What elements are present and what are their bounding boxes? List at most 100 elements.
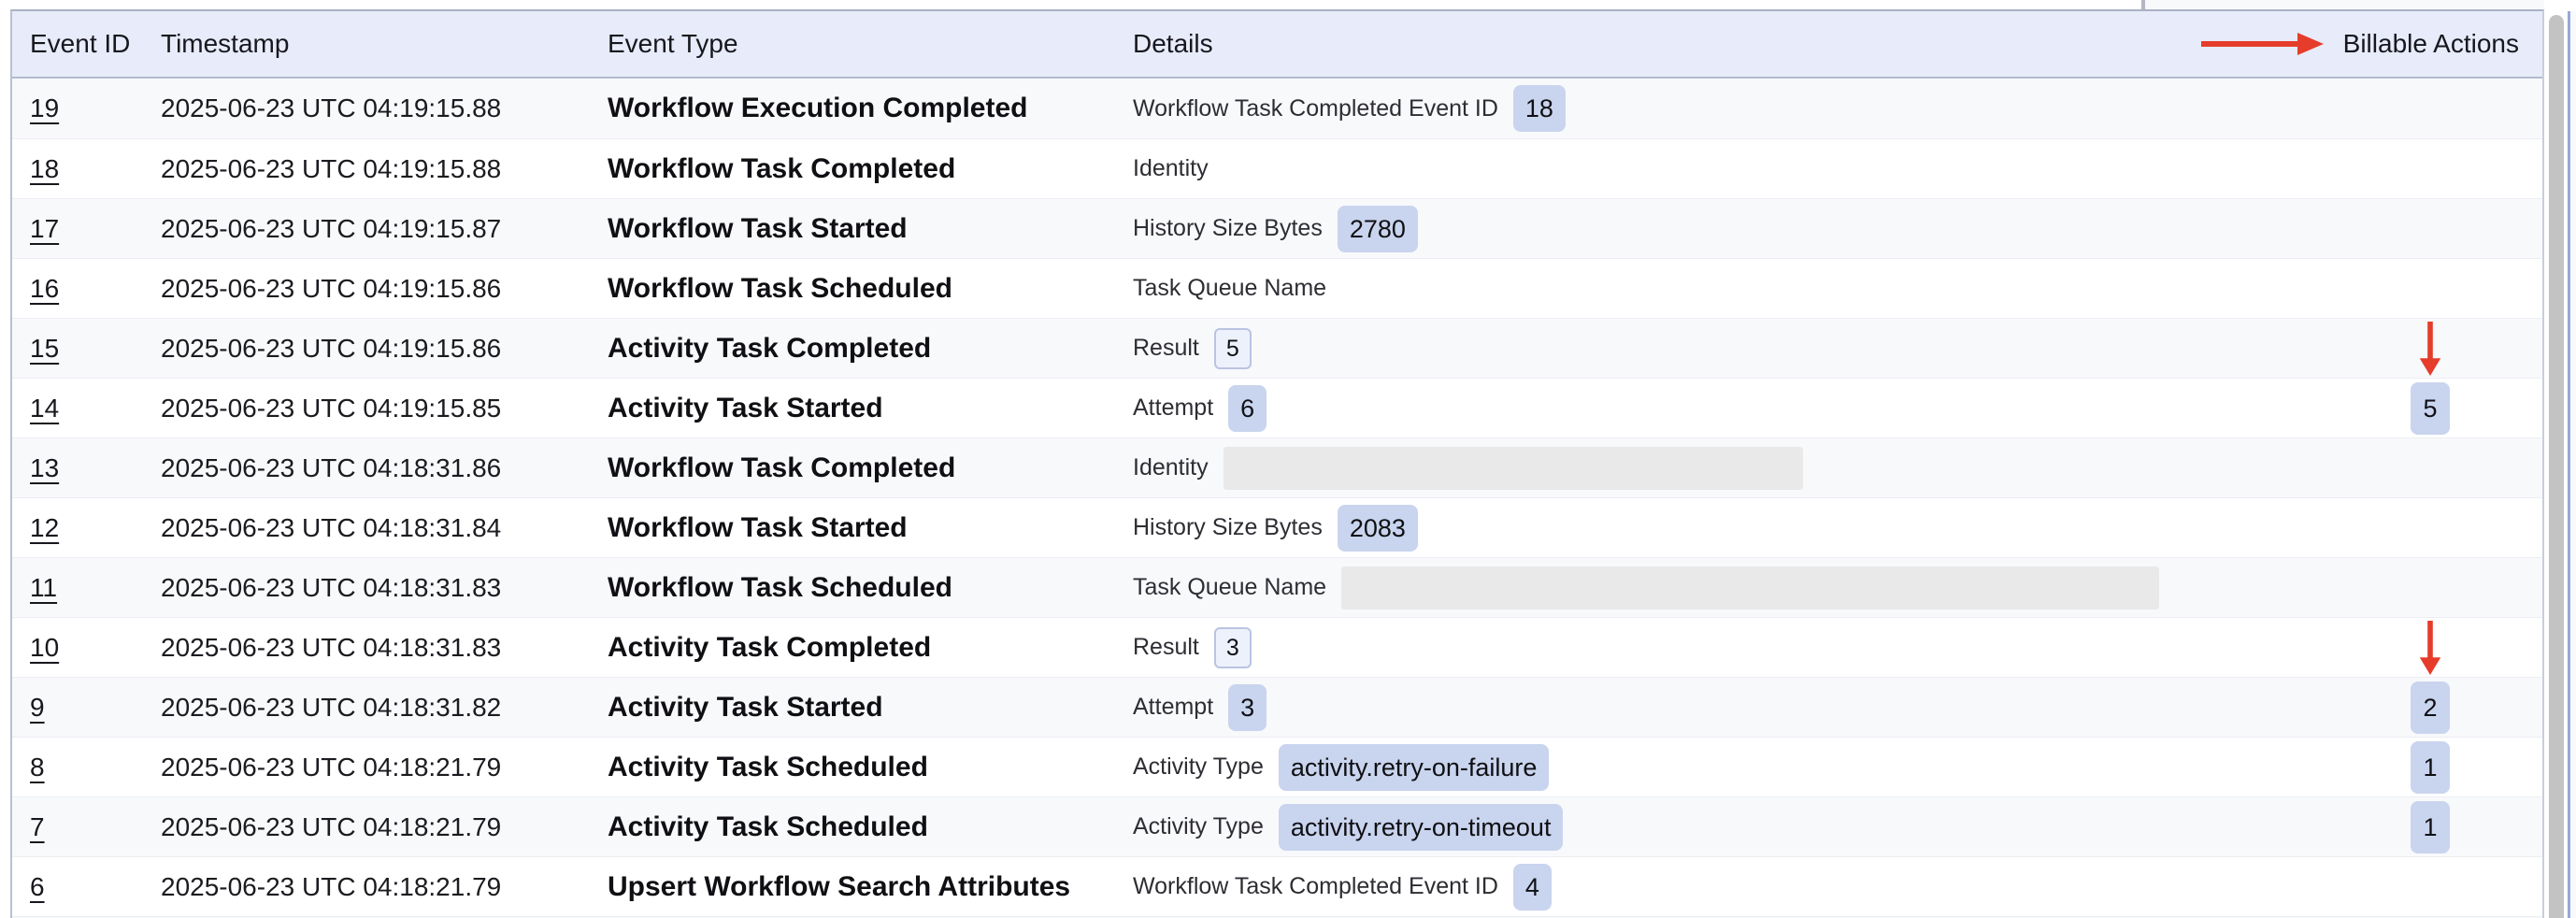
detail-label: History Size Bytes	[1133, 514, 1323, 541]
detail-value-badge: activity.retry-on-timeout	[1279, 804, 1564, 851]
column-header-label: Details	[1133, 29, 1213, 59]
event-id-link[interactable]: 17	[30, 214, 59, 243]
table-row[interactable]: 19 2025-06-23 UTC 04:19:15.88 Workflow E…	[12, 79, 2542, 138]
detail-label: Identity	[1133, 155, 1209, 182]
detail-label: Attempt	[1133, 694, 1213, 721]
detail-label: Result	[1133, 335, 1199, 362]
table-row[interactable]: 17 2025-06-23 UTC 04:19:15.87 Workflow T…	[12, 198, 2542, 258]
detail-label: Activity Type	[1133, 813, 1264, 840]
event-id-link[interactable]: 14	[30, 394, 59, 423]
table-row[interactable]: 15 2025-06-23 UTC 04:19:15.86 Activity T…	[12, 318, 2542, 378]
event-type-cell: Activity Task Scheduled	[608, 811, 1133, 843]
event-id-link[interactable]: 9	[30, 693, 45, 722]
red-down-arrow-icon	[2417, 621, 2443, 675]
billable-actions-cell	[2346, 438, 2514, 497]
billable-actions-cell	[2346, 199, 2514, 258]
timestamp-cell: 2025-06-23 UTC 04:18:31.86	[161, 453, 608, 483]
event-type-cell: Activity Task Started	[608, 393, 1133, 424]
details-cell: Task Queue Name	[1133, 275, 2542, 302]
detail-label: Workflow Task Completed Event ID	[1133, 95, 1498, 122]
event-id-cell: 18	[30, 154, 161, 184]
event-id-link[interactable]: 12	[30, 513, 59, 542]
table-row[interactable]: 13 2025-06-23 UTC 04:18:31.86 Workflow T…	[12, 437, 2542, 497]
event-history-table: Event ID Timestamp Event Type Details Bi…	[10, 9, 2544, 918]
table-row[interactable]: 16 2025-06-23 UTC 04:19:15.86 Workflow T…	[12, 258, 2542, 318]
billable-actions-cell	[2346, 618, 2514, 677]
event-id-link[interactable]: 13	[30, 453, 59, 482]
details-cell: Task Queue Name	[1133, 567, 2542, 610]
detail-value-badge: 4	[1513, 864, 1552, 911]
table-row[interactable]: 6 2025-06-23 UTC 04:18:21.79 Upsert Work…	[12, 856, 2542, 916]
table-row[interactable]: 7 2025-06-23 UTC 04:18:21.79 Activity Ta…	[12, 796, 2542, 856]
event-id-cell: 12	[30, 513, 161, 543]
event-type-cell: Workflow Task Started	[608, 512, 1133, 544]
column-header-event-id: Event ID	[30, 11, 130, 77]
detail-label: History Size Bytes	[1133, 215, 1323, 242]
event-type-cell: Upsert Workflow Search Attributes	[608, 871, 1133, 903]
event-id-link[interactable]: 11	[30, 573, 57, 602]
table-row[interactable]: 18 2025-06-23 UTC 04:19:15.88 Workflow T…	[12, 138, 2542, 198]
event-id-cell: 16	[30, 274, 161, 304]
detail-label: Activity Type	[1133, 753, 1264, 781]
event-id-cell: 9	[30, 693, 161, 723]
detail-value-badge: activity.retry-on-failure	[1279, 744, 1550, 791]
billable-actions-cell	[2346, 498, 2514, 557]
table-row[interactable]: 14 2025-06-23 UTC 04:19:15.85 Activity T…	[12, 378, 2542, 437]
event-id-link[interactable]: 6	[30, 872, 45, 901]
column-header-details: Details	[1133, 11, 1213, 77]
timestamp-cell: 2025-06-23 UTC 04:18:31.82	[161, 693, 608, 723]
event-id-link[interactable]: 10	[30, 633, 59, 662]
event-id-cell: 10	[30, 633, 161, 663]
timestamp-cell: 2025-06-23 UTC 04:19:15.85	[161, 394, 608, 423]
column-header-label: Event Type	[608, 29, 738, 59]
event-type-cell: Workflow Task Scheduled	[608, 273, 1133, 305]
details-cell: Result 5	[1133, 328, 2542, 369]
timestamp-cell: 2025-06-23 UTC 04:19:15.87	[161, 214, 608, 244]
event-id-cell: 14	[30, 394, 161, 423]
billable-actions-cell	[2346, 259, 2514, 318]
timestamp-cell: 2025-06-23 UTC 04:19:15.86	[161, 274, 608, 304]
column-header-label: Event ID	[30, 29, 130, 59]
details-cell: Identity	[1133, 447, 2542, 490]
event-type-cell: Workflow Task Completed	[608, 452, 1133, 484]
event-id-link[interactable]: 8	[30, 753, 45, 782]
vertical-scrollbar-thumb[interactable]	[2549, 15, 2564, 918]
table-row[interactable]: 9 2025-06-23 UTC 04:18:31.82 Activity Ta…	[12, 677, 2542, 737]
timestamp-cell: 2025-06-23 UTC 04:19:15.88	[161, 93, 608, 123]
detail-value-badge: 18	[1513, 85, 1566, 132]
event-id-cell: 13	[30, 453, 161, 483]
event-id-link[interactable]: 18	[30, 154, 59, 183]
billable-actions-cell: 5	[2346, 379, 2514, 437]
timestamp-cell: 2025-06-23 UTC 04:19:15.88	[161, 154, 608, 184]
details-cell: Attempt 3	[1133, 684, 2542, 731]
detail-value-badge: 2083	[1338, 505, 1418, 552]
detail-label: Workflow Task Completed Event ID	[1133, 873, 1498, 900]
event-id-link[interactable]: 16	[30, 274, 59, 303]
billable-count-badge: 5	[2411, 382, 2450, 435]
billable-count-badge: 2	[2411, 681, 2450, 734]
column-header-label: Billable Actions	[2343, 29, 2519, 59]
event-id-link[interactable]: 19	[30, 93, 59, 122]
table-row[interactable]: 10 2025-06-23 UTC 04:18:31.83 Activity T…	[12, 617, 2542, 677]
column-header-event-type: Event Type	[608, 11, 738, 77]
billable-actions-cell	[2346, 79, 2514, 138]
table-row[interactable]: 8 2025-06-23 UTC 04:18:21.79 Activity Ta…	[12, 737, 2542, 796]
billable-actions-cell: 1	[2346, 738, 2514, 796]
table-header-row: Event ID Timestamp Event Type Details Bi…	[12, 11, 2542, 79]
page: { "colors": { "header_bg": "#e7ebfa", "r…	[0, 0, 2576, 918]
table-body: 19 2025-06-23 UTC 04:19:15.88 Workflow E…	[12, 79, 2542, 918]
right-panel-edge	[2570, 11, 2576, 918]
table-row[interactable]: 12 2025-06-23 UTC 04:18:31.84 Workflow T…	[12, 497, 2542, 557]
billable-actions-cell	[2346, 139, 2514, 198]
detail-value-badge: 3	[1228, 684, 1267, 731]
event-type-cell: Workflow Task Scheduled	[608, 572, 1133, 604]
detail-label: Task Queue Name	[1133, 574, 1326, 601]
details-cell: History Size Bytes 2780	[1133, 206, 2542, 252]
billable-actions-cell	[2346, 319, 2514, 378]
table-row[interactable]: 11 2025-06-23 UTC 04:18:31.83 Workflow T…	[12, 557, 2542, 617]
event-id-link[interactable]: 7	[30, 812, 45, 841]
red-down-arrow-icon	[2417, 322, 2443, 376]
redacted-value	[1224, 447, 1803, 490]
event-id-link[interactable]: 15	[30, 334, 59, 363]
detail-value-outline-badge: 5	[1214, 328, 1252, 369]
